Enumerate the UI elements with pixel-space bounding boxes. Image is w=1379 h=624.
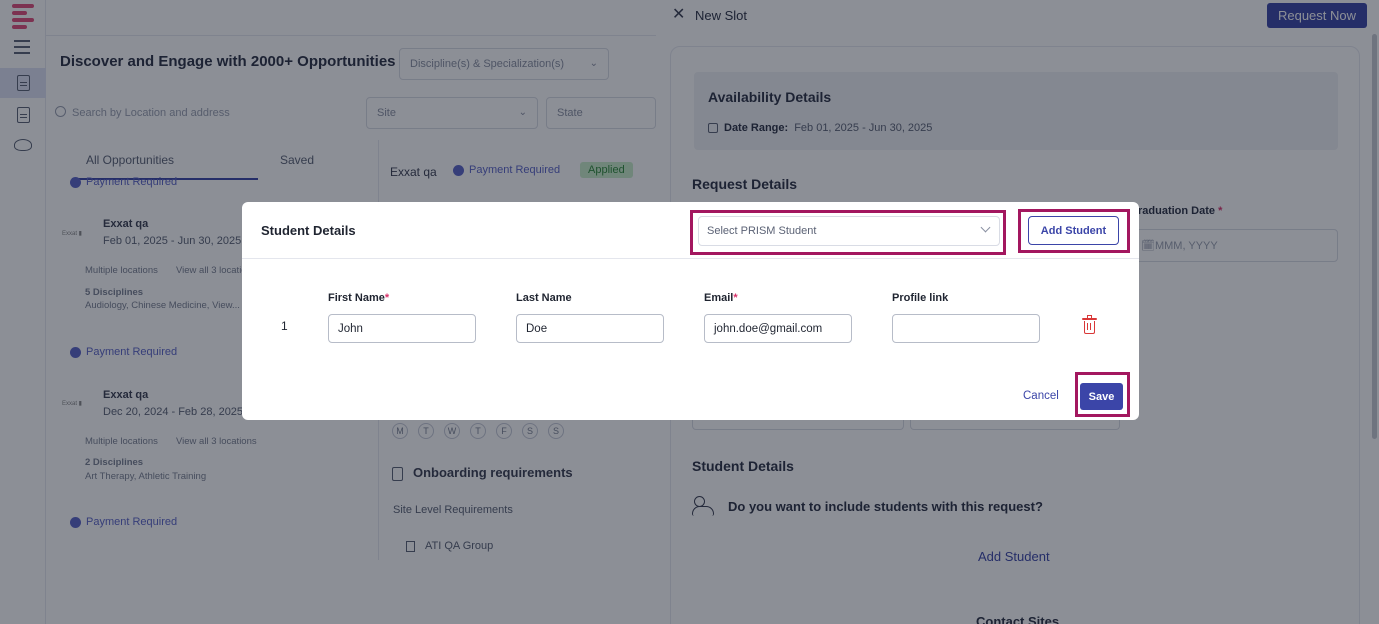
profile-link-input[interactable] <box>892 314 1040 343</box>
highlight-box-select <box>690 210 1006 255</box>
highlight-box-add <box>1018 209 1130 253</box>
highlight-box-save <box>1075 372 1130 417</box>
row-number: 1 <box>281 319 288 333</box>
email-input[interactable]: john.doe@gmail.com <box>704 314 852 343</box>
last-name-header: Last Name <box>516 292 572 304</box>
modal-title: Student Details <box>261 223 356 238</box>
email-header: Email* <box>704 292 738 304</box>
student-details-modal: Student Details Select PRISM Student Add… <box>242 202 1139 420</box>
profile-link-header: Profile link <box>892 292 949 304</box>
first-name-header: First Name* <box>328 292 390 304</box>
trash-icon[interactable] <box>1082 315 1097 334</box>
first-name-input[interactable]: John <box>328 314 476 343</box>
modal-header: Student Details Select PRISM Student Add… <box>242 202 1139 259</box>
cancel-button[interactable]: Cancel <box>1023 390 1059 402</box>
last-name-input[interactable]: Doe <box>516 314 664 343</box>
